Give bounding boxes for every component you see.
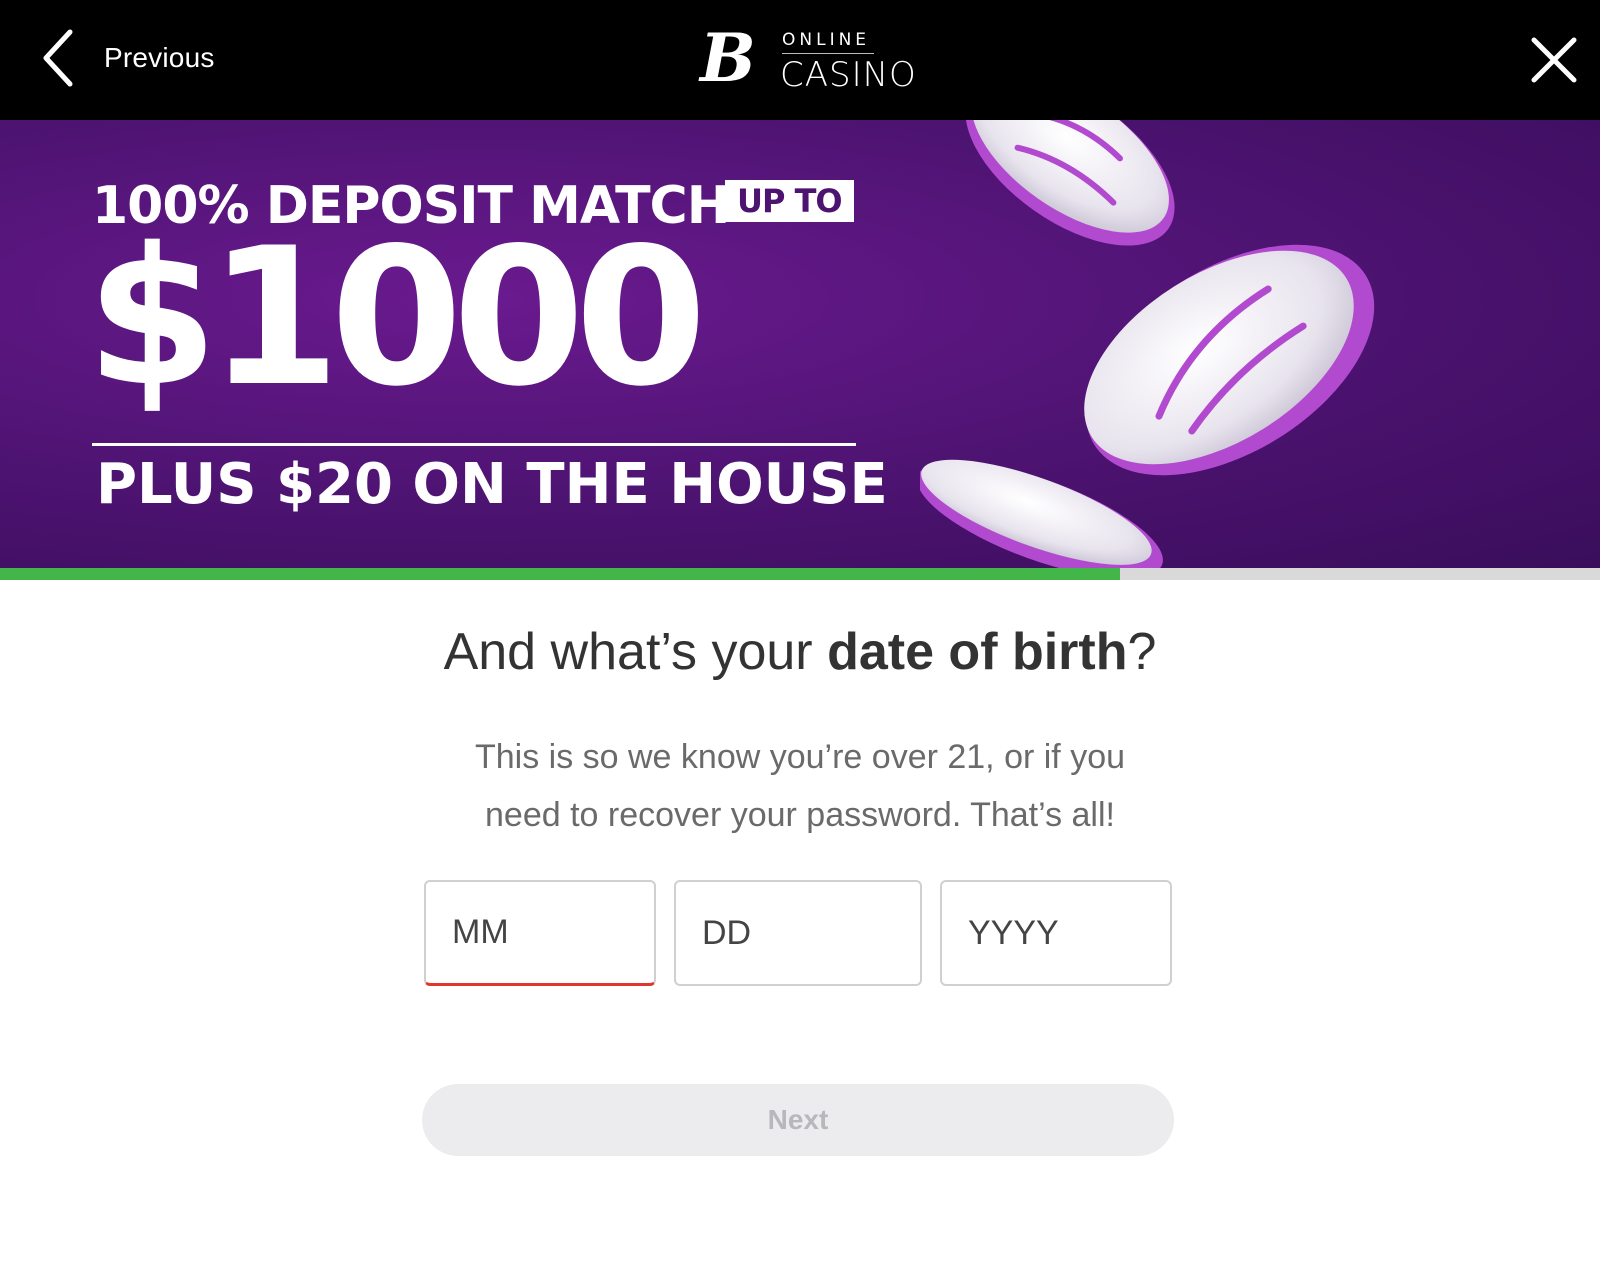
close-icon: [1530, 37, 1578, 88]
casino-logo: B ONLINE CASINO: [700, 22, 930, 98]
birth-day-input[interactable]: [674, 880, 922, 986]
progress-fill: [0, 568, 1120, 580]
promo-banner: 100% DEPOSIT MATCH UP TO $1000 PLUS $20 …: [0, 120, 1600, 568]
birth-year-input[interactable]: [940, 880, 1172, 986]
promo-amount: $1000: [86, 207, 707, 428]
dob-explanation: This is so we know you’re over 21, or if…: [474, 738, 1126, 834]
promo-upto-badge: UP TO: [725, 180, 854, 222]
logo-online-text: ONLINE: [782, 30, 871, 50]
casino-coins-illustration: [920, 120, 1375, 568]
previous-button[interactable]: Previous: [40, 26, 215, 90]
next-button[interactable]: Next: [422, 1084, 1174, 1156]
logo-divider: [782, 53, 874, 54]
logo-letter: B: [700, 19, 756, 97]
title-suffix: ?: [1127, 623, 1157, 681]
birth-month-input[interactable]: [424, 880, 656, 986]
close-button[interactable]: [1530, 36, 1578, 84]
chevron-left-icon: [40, 28, 76, 88]
title-emphasis: date of birth: [827, 623, 1128, 681]
signup-progress-bar: [0, 568, 1600, 580]
promo-subline: PLUS $20 ON THE HOUSE: [96, 452, 888, 517]
page-title: And what’s your date of birth?: [0, 622, 1600, 682]
top-bar: Previous B ONLINE CASINO: [0, 0, 1600, 120]
promo-divider: [92, 443, 856, 446]
title-prefix: And what’s your: [443, 623, 828, 681]
previous-label: Previous: [104, 42, 215, 73]
logo-casino-text: CASINO: [780, 55, 917, 95]
